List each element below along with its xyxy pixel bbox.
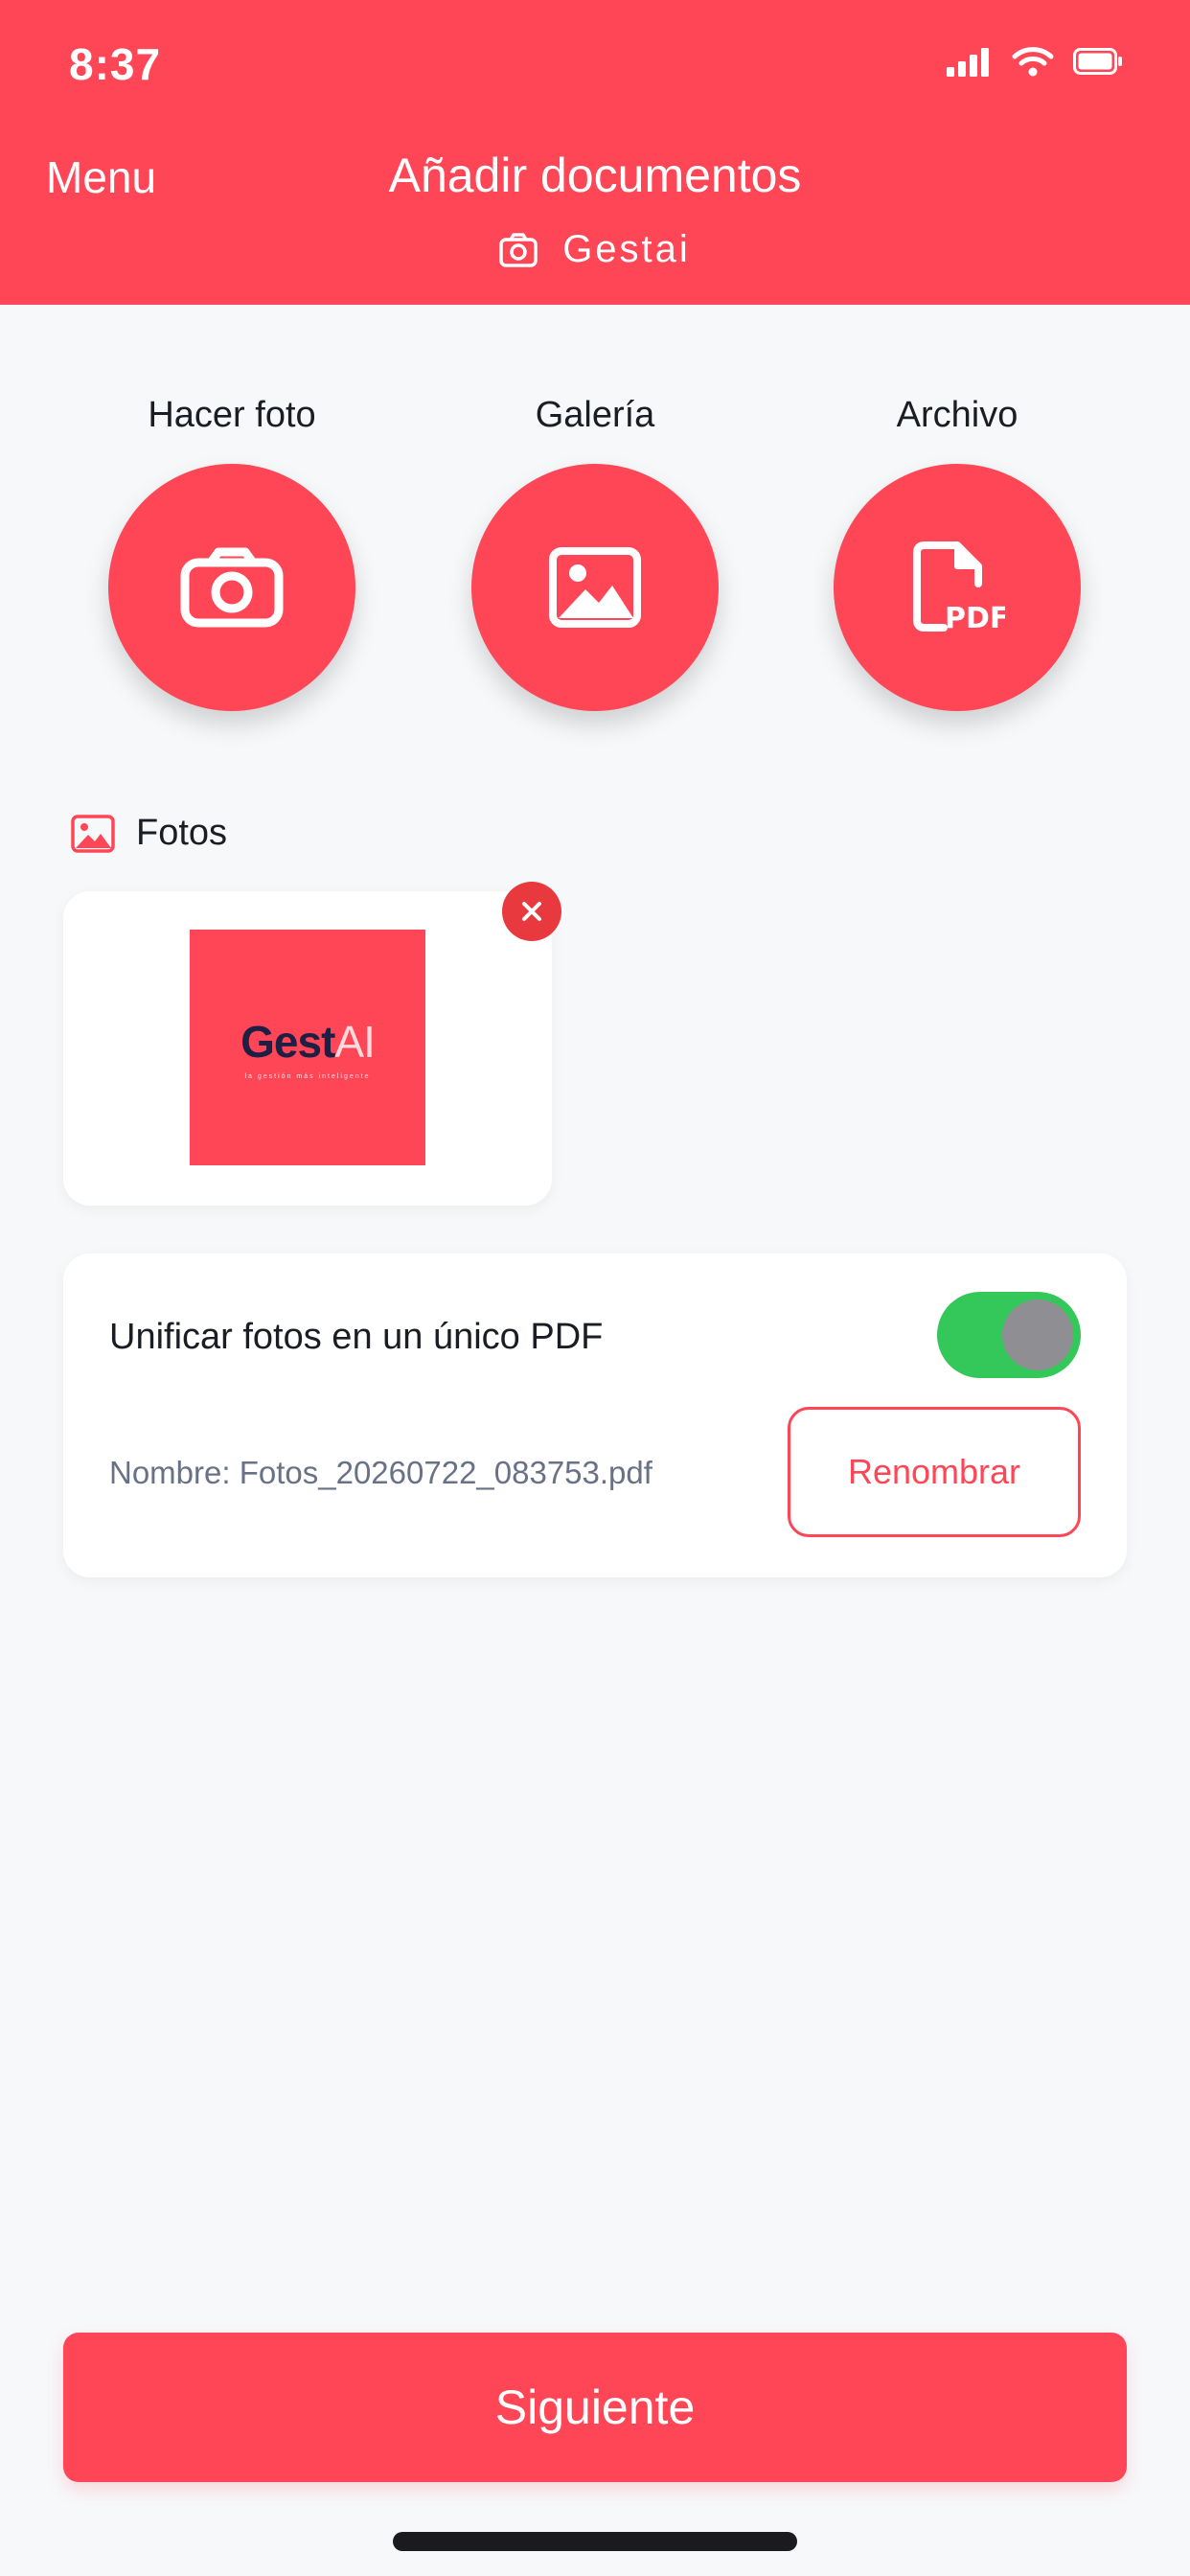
take-photo-label: Hacer foto (148, 395, 316, 435)
thumbnail-logo: GestAI (240, 1016, 376, 1067)
svg-text:PDF: PDF (945, 602, 1005, 635)
page-title: Añadir documentos (388, 149, 802, 202)
close-icon (522, 902, 541, 921)
camera-icon (499, 232, 538, 267)
file-label: Archivo (896, 395, 1018, 435)
rename-button[interactable]: Renombrar (788, 1407, 1081, 1537)
app-header: 8:37 Menu Añadir documentos Gestai (0, 0, 1190, 305)
photo-thumbnail: GestAI la gestión más inteligente (190, 930, 425, 1165)
image-icon (71, 814, 115, 853)
toggle-knob (1002, 1300, 1073, 1370)
signal-icon (947, 48, 989, 77)
wifi-icon (1012, 47, 1054, 77)
image-icon (549, 547, 641, 628)
home-indicator (393, 2532, 797, 2551)
header-subtitle: Gestai (0, 228, 1190, 271)
photos-title-text: Fotos (136, 813, 228, 853)
gallery-action: Galería (451, 391, 739, 711)
subtitle-text: Gestai (562, 228, 691, 270)
file-button[interactable]: PDF (834, 464, 1081, 711)
merge-pdf-toggle[interactable] (937, 1292, 1081, 1378)
pdf-file-name: Nombre: Fotos_20260722_083753.pdf (109, 1455, 652, 1490)
take-photo-action: Hacer foto (88, 391, 376, 711)
photo-card[interactable]: GestAI la gestión más inteligente (63, 891, 552, 1206)
next-button[interactable]: Siguiente (63, 2333, 1127, 2482)
photos-section-title: Fotos (71, 813, 227, 854)
thumbnail-tagline: la gestión más inteligente (244, 1072, 371, 1080)
merge-pdf-label: Unificar fotos en un único PDF (109, 1317, 604, 1357)
camera-icon (180, 547, 284, 628)
remove-photo-button[interactable] (502, 882, 561, 941)
pdf-file-icon: PDF (913, 541, 1005, 635)
screen: 8:37 Menu Añadir documentos Gestai Hacer… (0, 0, 1190, 2576)
take-photo-button[interactable] (108, 464, 355, 711)
merge-options-card: Unificar fotos en un único PDF Nombre: F… (63, 1254, 1127, 1577)
gallery-label: Galería (535, 395, 655, 435)
status-icons (947, 46, 1123, 77)
battery-icon (1073, 48, 1122, 75)
file-action: Archivo PDF (813, 391, 1101, 711)
status-time: 8:37 (69, 39, 162, 89)
gallery-button[interactable] (471, 464, 719, 711)
